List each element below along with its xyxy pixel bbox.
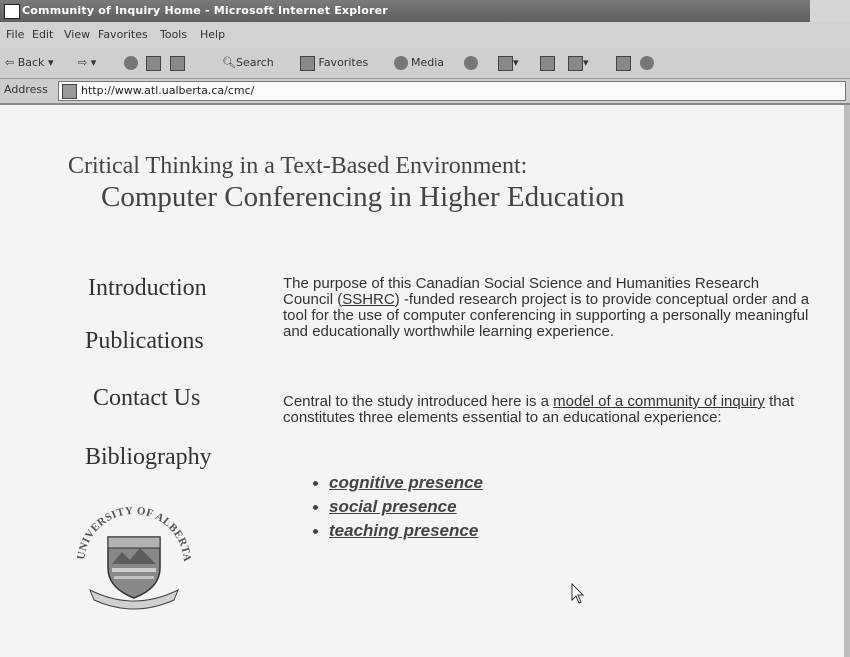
favorites-icon: [300, 55, 315, 71]
menu-file[interactable]: File: [6, 28, 24, 41]
chevron-down-icon: ▾: [583, 56, 589, 69]
menu-edit[interactable]: Edit: [32, 28, 53, 41]
search-button[interactable]: 🔍︎Search: [222, 55, 274, 71]
address-label: Address: [4, 83, 48, 96]
chevron-down-icon: ▾: [90, 56, 97, 69]
history-icon: [464, 56, 478, 70]
messenger-button[interactable]: [640, 55, 657, 71]
list-item: social presence: [313, 497, 483, 521]
cognitive-presence-link[interactable]: cognitive presence: [329, 473, 483, 492]
page-title-line2: Computer Conferencing in Higher Educatio…: [101, 181, 625, 213]
nav-publications[interactable]: Publications: [85, 328, 204, 355]
menu-bar: File Edit View Favorites Tools Help: [0, 22, 850, 49]
address-field[interactable]: http://www.atl.ualberta.ca/cmc/: [58, 81, 846, 101]
chevron-down-icon: ▾: [513, 56, 519, 69]
nav-bibliography[interactable]: Bibliography: [85, 444, 212, 471]
forward-button[interactable]: ⇨ ▾: [78, 55, 96, 71]
intro-paragraph: The purpose of this Canadian Social Scie…: [283, 275, 810, 340]
community-of-inquiry-link[interactable]: model of a community of inquiry: [553, 393, 765, 410]
list-item: teaching presence: [313, 521, 483, 545]
forward-arrow-icon: ⇨: [78, 56, 88, 69]
bullet-icon: [313, 529, 318, 535]
menu-view[interactable]: View: [64, 28, 90, 41]
address-url[interactable]: http://www.atl.ualberta.ca/cmc/: [81, 84, 254, 97]
vertical-scrollbar[interactable]: [844, 105, 850, 657]
print-icon: [540, 55, 555, 71]
bullet-icon: [313, 505, 318, 511]
refresh-button[interactable]: [146, 55, 161, 71]
messenger-icon: [640, 56, 654, 70]
mouse-pointer-icon: [571, 583, 585, 604]
elements-list: cognitive presence social presence teach…: [313, 473, 483, 545]
university-of-alberta-logo: UNIVERSITY OF ALBERTA: [75, 505, 193, 610]
nav-contact-us[interactable]: Contact Us: [93, 385, 200, 412]
stop-icon: [124, 56, 138, 70]
window-title-bar[interactable]: Community of Inquiry Home - Microsoft In…: [0, 0, 850, 22]
menu-help[interactable]: Help: [200, 28, 225, 41]
menu-favorites[interactable]: Favorites: [98, 28, 148, 41]
nav-introduction[interactable]: Introduction: [88, 275, 207, 302]
chevron-down-icon: ▾: [47, 56, 54, 69]
back-arrow-icon: ⇦: [5, 56, 15, 69]
mail-icon: [498, 55, 513, 71]
page-content: Critical Thinking in a Text-Based Enviro…: [0, 105, 850, 657]
mail-button[interactable]: ▾: [498, 55, 519, 71]
home-icon: [170, 55, 185, 71]
teaching-presence-link[interactable]: teaching presence: [329, 521, 478, 540]
discuss-button[interactable]: [616, 55, 631, 71]
home-button[interactable]: [170, 55, 185, 71]
print-button[interactable]: [540, 55, 555, 71]
toolbar: ⇦ Back ▾ ⇨ ▾ 🔍︎Search Favorites Media ▾ …: [0, 48, 850, 79]
favorites-button[interactable]: Favorites: [300, 55, 368, 71]
title-bar-controls[interactable]: [810, 0, 850, 22]
window-title: Community of Inquiry Home - Microsoft In…: [22, 4, 388, 17]
sshrc-link[interactable]: SSHRC: [342, 291, 395, 308]
stop-button[interactable]: [124, 55, 141, 71]
ie-window-icon: [4, 4, 20, 19]
model-paragraph: Central to the study introduced here is …: [283, 393, 795, 426]
address-bar: Address http://www.atl.ualberta.ca/cmc/: [0, 79, 850, 105]
page-title-line1: Critical Thinking in a Text-Based Enviro…: [68, 153, 528, 179]
edit-button[interactable]: ▾: [568, 55, 589, 71]
refresh-icon: [146, 55, 161, 71]
menu-tools[interactable]: Tools: [160, 28, 187, 41]
bullet-icon: [313, 481, 318, 487]
social-presence-link[interactable]: social presence: [329, 497, 457, 516]
edit-icon: [568, 55, 583, 71]
discuss-icon: [616, 55, 631, 71]
media-icon: [394, 56, 408, 70]
back-button[interactable]: ⇦ Back ▾: [5, 55, 53, 71]
search-icon: 🔍︎: [222, 56, 236, 69]
list-item: cognitive presence: [313, 473, 483, 497]
page-icon: [62, 84, 77, 99]
history-button[interactable]: [464, 55, 481, 71]
media-button[interactable]: Media: [394, 55, 444, 71]
